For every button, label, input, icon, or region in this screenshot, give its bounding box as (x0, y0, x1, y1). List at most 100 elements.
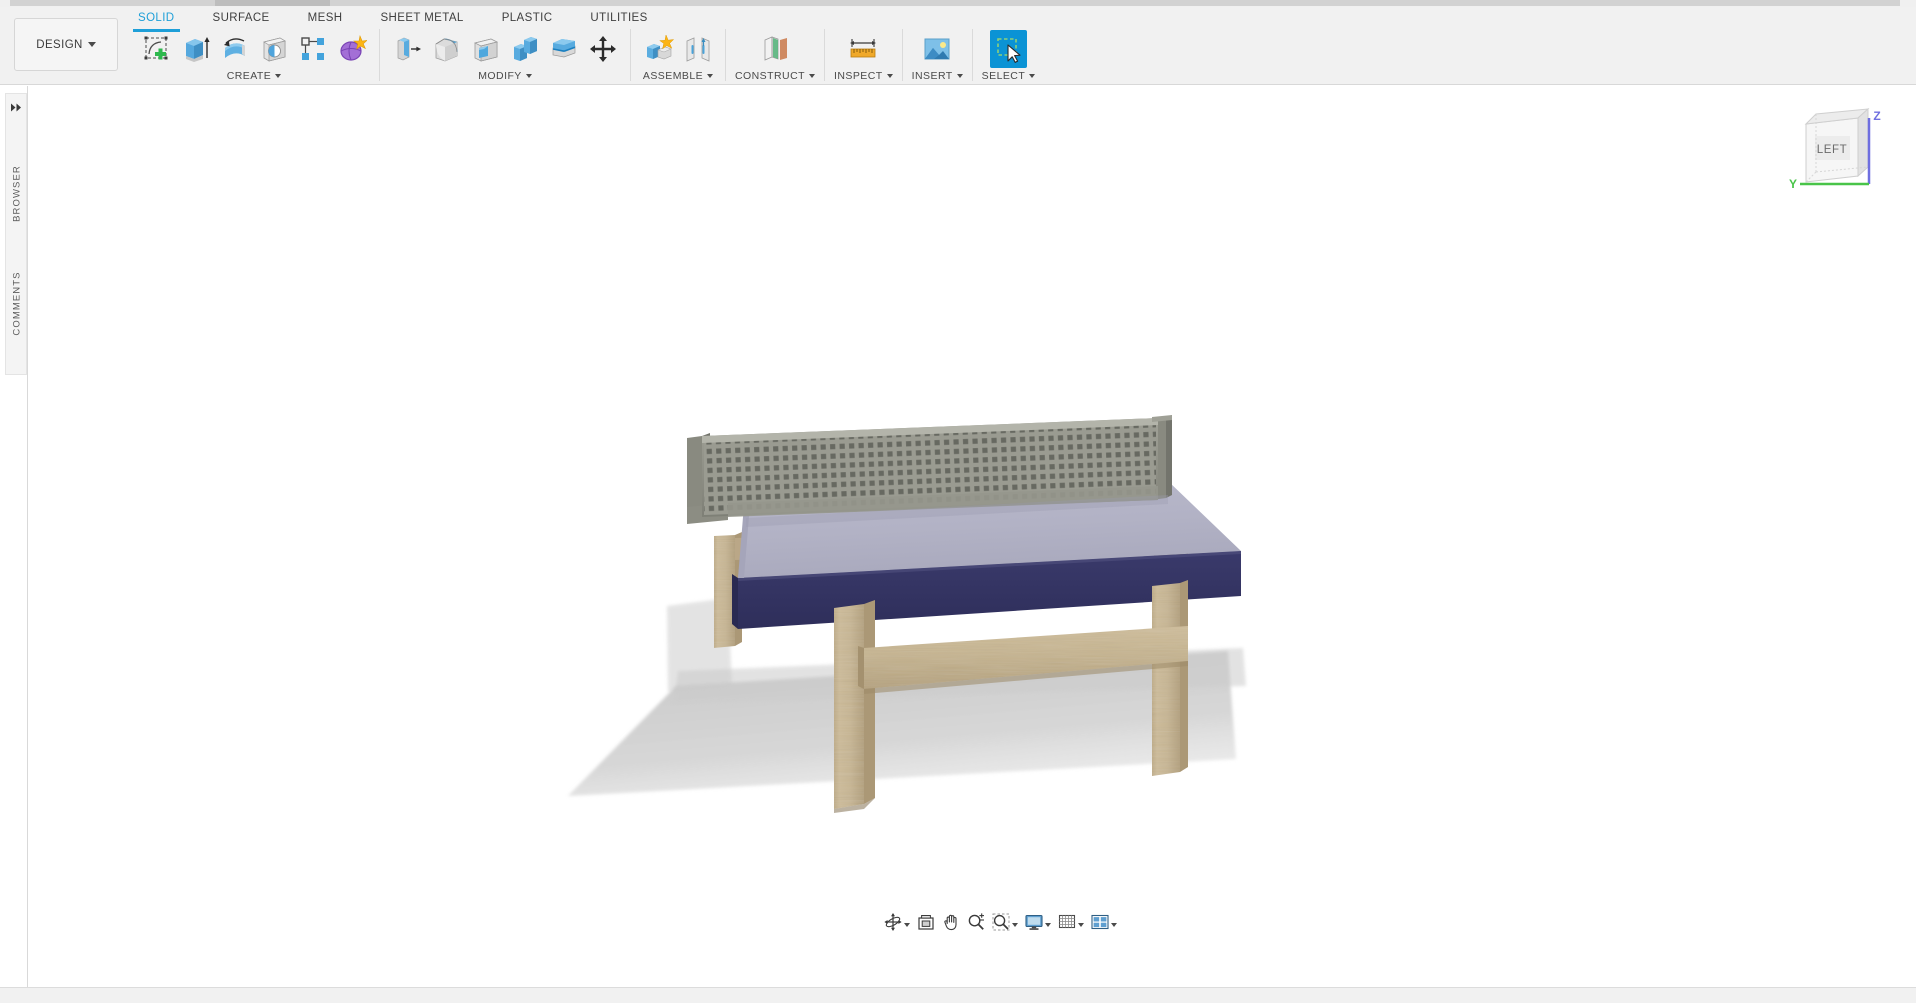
split-face-icon[interactable] (545, 30, 582, 68)
panel-divider (901, 29, 903, 81)
navigation-bar (877, 908, 1124, 941)
panel-icon-row (919, 29, 956, 69)
create-form-icon[interactable] (333, 30, 370, 68)
display-settings-icon[interactable] (1024, 913, 1043, 936)
chevron-down-icon (87, 42, 96, 47)
revolve-icon[interactable] (216, 30, 253, 68)
ping-pong-table-model[interactable] (28, 86, 1916, 963)
panel-label-select[interactable]: SELECT (982, 70, 1036, 82)
chevron-down-icon[interactable] (1029, 74, 1036, 78)
shell-icon[interactable] (467, 30, 504, 68)
select-window-icon[interactable] (989, 30, 1027, 68)
ribbon-tab-plastic[interactable]: PLASTIC (502, 9, 553, 29)
panel-construct: CONSTRUCT (735, 29, 815, 85)
panel-divider (630, 29, 631, 81)
panel-icon-row (756, 29, 793, 69)
extrude-icon[interactable] (177, 30, 214, 68)
chevron-down-icon[interactable] (1044, 922, 1051, 927)
ribbon-tab-bar: SOLID SURFACE MESH SHEET METAL PLASTIC UTILIT… (133, 9, 686, 32)
panel-inspect: INSPECT (834, 29, 893, 85)
navbar-orbit-button[interactable] (881, 910, 913, 939)
panel-icon-row (389, 29, 621, 69)
pan-hand-icon[interactable] (942, 913, 960, 936)
navbar-display-settings-button[interactable] (1022, 910, 1054, 939)
chevron-down-icon[interactable] (1011, 922, 1018, 927)
navbar-zoom-button[interactable] (964, 910, 988, 939)
panel-divider (379, 29, 380, 81)
table-leg-front-right[interactable] (1152, 580, 1188, 776)
rectangular-pattern-icon[interactable] (294, 30, 331, 68)
panel-label-text: CONSTRUCT (735, 70, 805, 82)
chevron-down-icon[interactable] (1077, 922, 1084, 927)
ribbon-tab-utilities[interactable]: UTILITIES (590, 9, 647, 29)
offset-plane-icon[interactable] (756, 30, 793, 68)
navbar-pan-hand-button[interactable] (939, 910, 963, 939)
panel-insert: INSERT (912, 29, 963, 85)
panel-label-modify[interactable]: MODIFY (478, 70, 532, 82)
panel-divider (725, 29, 726, 81)
workspace-label: DESIGN (36, 38, 83, 51)
comments-panel-label[interactable]: COMMENTS (12, 269, 23, 339)
ribbon-toolbar: DESIGN SOLID SURFACE MESH SHEET METAL PLASTI… (0, 7, 1916, 85)
insert-image-icon[interactable] (919, 30, 956, 68)
left-dock-panel: BROWSER COMMENTS (5, 93, 27, 375)
navbar-zoom-window-button[interactable] (989, 910, 1021, 939)
table-leg-front-left[interactable] (834, 600, 875, 813)
panel-select: SELECT (982, 29, 1036, 85)
move-copy-icon[interactable] (584, 30, 621, 68)
panel-label-insert[interactable]: INSERT (912, 70, 963, 82)
panel-label-text: MODIFY (478, 70, 522, 82)
ribbon-panel-row: CREATE MODIFY ASSEMBLE CONSTRUCT INSPECT… (138, 29, 1036, 85)
new-component-icon[interactable] (640, 30, 677, 68)
axis-z-label: Z (1873, 109, 1880, 123)
view-cube[interactable]: LEFT Z Y (1786, 96, 1894, 201)
chevron-down-icon[interactable] (707, 74, 714, 78)
ribbon-tab-sheet-metal[interactable]: SHEET METAL (380, 9, 463, 29)
panel-assemble: ASSEMBLE (640, 29, 716, 85)
panel-label-inspect[interactable]: INSPECT (834, 70, 893, 82)
chevron-down-icon[interactable] (886, 74, 893, 78)
hole-icon[interactable] (255, 30, 292, 68)
3d-viewport-canvas[interactable]: LEFT Z Y (28, 86, 1916, 963)
joint-icon[interactable] (679, 30, 716, 68)
ribbon-tab-solid[interactable]: SOLID (133, 9, 179, 32)
chevron-down-icon[interactable] (956, 74, 963, 78)
scroll-thumb[interactable] (215, 0, 330, 6)
chevron-down-icon[interactable] (525, 74, 532, 78)
axis-y-label: Y (1789, 177, 1797, 191)
ribbon-tab-mesh[interactable]: MESH (308, 9, 343, 29)
panel-icon-row (640, 29, 716, 69)
chevron-down-icon[interactable] (903, 922, 910, 927)
status-bar (0, 987, 1916, 1003)
navbar-grid-snaps-button[interactable] (1055, 910, 1087, 939)
navbar-viewports-button[interactable] (1088, 910, 1120, 939)
grid-snaps-icon[interactable] (1058, 913, 1076, 936)
measure-icon[interactable] (845, 30, 882, 68)
ribbon-tab-surface[interactable]: SURFACE (213, 9, 270, 29)
look-at-icon[interactable] (917, 913, 935, 936)
chevron-down-icon[interactable] (1110, 922, 1117, 927)
chevron-down-icon[interactable] (275, 74, 282, 78)
panel-icon-row (989, 29, 1027, 69)
navbar-look-at-button[interactable] (914, 910, 938, 939)
panel-create: CREATE (138, 29, 370, 85)
chevron-down-icon[interactable] (808, 74, 815, 78)
zoom-window-icon[interactable] (992, 913, 1010, 936)
window-top-scroll-strip (0, 0, 1916, 7)
browser-panel-label[interactable]: BROWSER (12, 159, 23, 229)
zoom-icon[interactable] (967, 913, 985, 936)
panel-label-construct[interactable]: CONSTRUCT (735, 70, 815, 82)
viewports-icon[interactable] (1090, 913, 1109, 936)
press-pull-icon[interactable] (389, 30, 426, 68)
panel-label-create[interactable]: CREATE (227, 70, 282, 82)
workspace-switcher-button[interactable]: DESIGN (14, 18, 118, 71)
expand-panel-icon[interactable] (10, 100, 24, 114)
combine-icon[interactable] (506, 30, 543, 68)
panel-label-assemble[interactable]: ASSEMBLE (642, 70, 714, 82)
orbit-icon[interactable] (883, 913, 902, 936)
panel-label-text: CREATE (226, 70, 272, 82)
create-sketch-icon[interactable] (138, 30, 175, 68)
panel-label-text: ASSEMBLE (642, 70, 704, 82)
fillet-icon[interactable] (428, 30, 465, 68)
panel-label-text: INSERT (911, 70, 953, 82)
